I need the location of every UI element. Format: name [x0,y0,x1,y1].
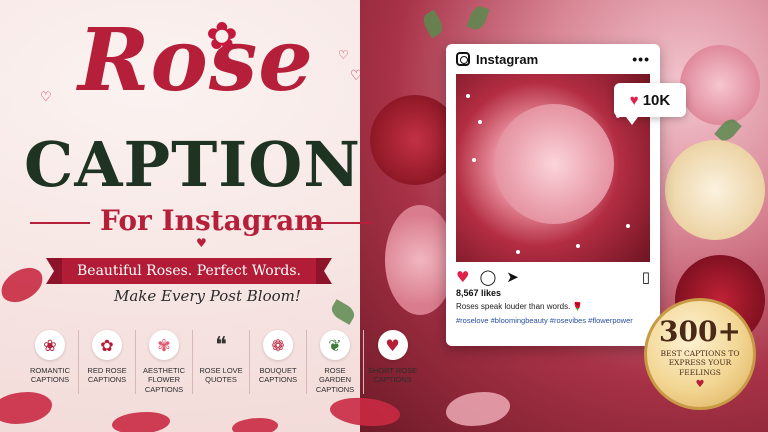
instagram-icon [456,52,470,66]
pink-rose-decoration [494,104,614,224]
heart-icon: ♥ [695,379,705,391]
category-label: BOUQUET CAPTIONS [258,366,298,385]
category-bouquet[interactable]: ❁ BOUQUET CAPTIONS [250,330,307,395]
post-caption: Roses speak louder than words. 🌹 [456,302,583,311]
like-heart-icon[interactable]: ♥ [456,268,469,286]
heart-icon: ♡ [40,90,52,105]
heart-icon: ♥ [196,236,207,250]
category-label: RED ROSE CAPTIONS [87,366,127,385]
petal-decoration [112,412,170,432]
leaf-decoration [328,299,358,325]
red-rose-icon: ✿ [92,330,122,360]
title-rose: Rose [78,10,314,111]
heart-icon: ♥ [629,91,639,109]
likes-count: 8,567 likes [456,288,502,298]
petal-decoration [0,392,52,424]
cream-rose-decoration [665,140,765,240]
category-red-rose[interactable]: ✿ RED ROSE CAPTIONS [79,330,136,395]
ribbon-banner: Beautiful Roses. Perfect Words. [46,258,332,284]
category-label: ROSE GARDEN CAPTIONS [315,366,355,394]
bookmark-icon[interactable]: ▯ [642,268,650,286]
captions-badge: 300+ BEST CAPTIONS TO EXPRESS YOUR FEELI… [644,298,756,410]
like-notification: ♥ 10K [614,83,686,125]
heart-icon: ♥ [377,330,408,360]
heart-icon: ♡ [350,68,363,84]
post-hashtags: #roselove #bloomingbeauty #rosevibes #fl… [456,316,633,325]
more-icon[interactable]: ••• [632,51,650,67]
share-icon[interactable]: ➤ [506,268,519,286]
heart-icon: ♡ [338,48,349,62]
title-caption: CAPTION [24,128,361,201]
babys-breath-decoration [472,158,476,162]
babys-breath-decoration [576,244,580,248]
rose-garden-icon: ❦ [320,330,350,360]
category-label: AESTHETIC FLOWER CAPTIONS [142,366,186,394]
quote-icon: ❝ [215,332,227,358]
babys-breath-decoration [516,250,520,254]
babys-breath-decoration [478,120,482,124]
babys-breath-decoration [626,224,630,228]
category-short[interactable]: ♥ SHORT ROSE CAPTIONS [364,330,421,394]
pink-rose-decoration [385,205,455,315]
category-label: ROMANTIC CAPTIONS [30,366,70,385]
instagram-app-name: Instagram [476,51,539,67]
bouquet-icon: ❁ [263,330,293,360]
pink-rose-decoration [680,45,760,125]
category-label: SHORT ROSE CAPTIONS [367,366,418,385]
instagram-header: Instagram ••• [446,44,660,74]
flower-icon: ✾ [149,330,179,360]
petal-decoration [0,263,48,307]
category-rose-garden[interactable]: ❦ ROSE GARDEN CAPTIONS [307,330,364,395]
post-actions: ♥ ◯ ➤ ▯ [446,262,660,286]
badge-count: 300+ [659,314,741,348]
divider [312,222,372,224]
rose-outline-icon: ❀ [35,330,65,360]
category-label: ROSE LOVE QUOTES [199,366,243,385]
subtitle: For Instagram [100,204,324,237]
divider [30,222,90,224]
babys-breath-decoration [466,94,470,98]
category-aesthetic-flower[interactable]: ✾ AESTHETIC FLOWER CAPTIONS [136,330,193,395]
category-love-quotes[interactable]: ❝ ROSE LOVE QUOTES [193,330,250,395]
category-list: ❀ ROMANTIC CAPTIONS ✿ RED ROSE CAPTIONS … [22,330,421,395]
comment-icon[interactable]: ◯ [479,268,496,286]
tagline: Make Every Post Bloom! [114,287,301,305]
category-romantic[interactable]: ❀ ROMANTIC CAPTIONS [22,330,79,395]
rose-icon: ✿ [206,14,238,58]
petal-decoration [232,418,278,432]
like-notification-count: 10K [642,91,671,109]
badge-text: BEST CAPTIONS TO EXPRESS YOUR FEELINGS [660,348,740,377]
